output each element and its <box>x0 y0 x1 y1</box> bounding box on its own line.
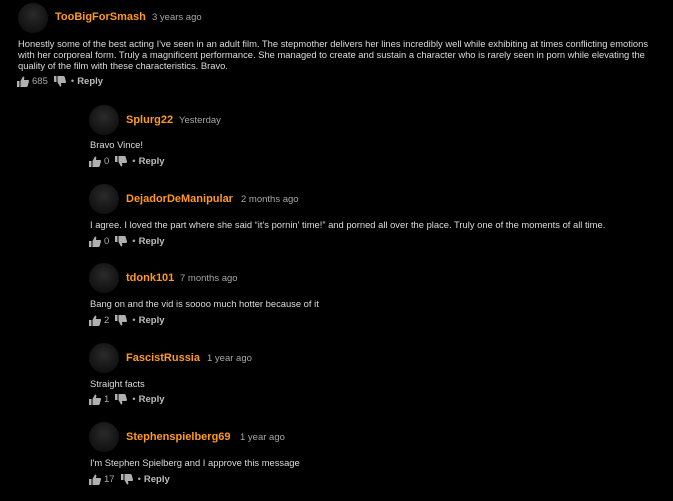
reply-button[interactable]: Reply <box>139 156 165 167</box>
like-count: 0 <box>104 236 110 247</box>
comment-timestamp: 2 months ago <box>241 194 299 205</box>
thumbs-up-icon[interactable] <box>17 76 29 87</box>
comment-text: Bravo Vince! <box>90 139 143 150</box>
comment-username[interactable]: Splurg22 <box>126 114 173 126</box>
separator-dot: • <box>132 236 136 247</box>
separator-dot: • <box>132 315 136 326</box>
avatar[interactable] <box>89 422 119 452</box>
separator-dot: • <box>132 394 136 405</box>
comment-username[interactable]: TooBigForSmash <box>55 11 146 23</box>
like-count: 685 <box>32 76 48 87</box>
avatar[interactable] <box>89 184 119 214</box>
separator-dot: • <box>132 156 136 167</box>
comment-actions: 685 • Reply <box>17 76 103 87</box>
comment-actions: 0 • Reply <box>89 156 165 167</box>
thumbs-up-icon[interactable] <box>89 394 101 405</box>
comment-username[interactable]: DejadorDeManipular <box>126 193 233 205</box>
comment-timestamp: 3 years ago <box>152 12 202 23</box>
thumbs-up-icon[interactable] <box>89 156 101 167</box>
reply-button[interactable]: Reply <box>139 315 165 326</box>
comment-timestamp: 1 year ago <box>207 353 252 364</box>
comment-actions: 17 • Reply <box>89 474 170 485</box>
thumbs-up-icon[interactable] <box>89 315 101 326</box>
avatar[interactable] <box>89 105 119 135</box>
comment-username[interactable]: tdonk101 <box>126 272 174 284</box>
thumbs-down-icon[interactable] <box>115 156 128 167</box>
reply-button[interactable]: Reply <box>139 394 165 405</box>
reply-button[interactable]: Reply <box>139 236 165 247</box>
like-count: 2 <box>104 315 110 326</box>
thumbs-down-icon[interactable] <box>53 76 66 87</box>
comment-username[interactable]: Stephenspielberg69 <box>126 431 231 443</box>
thumbs-up-icon[interactable] <box>89 474 101 485</box>
comment-text: Bang on and the vid is soooo much hotter… <box>90 298 319 309</box>
comment-actions: 1 • Reply <box>89 394 165 405</box>
comment-actions: 2 • Reply <box>89 315 165 326</box>
thumbs-up-icon[interactable] <box>89 236 101 247</box>
comment-text: I agree. I loved the part where she said… <box>90 219 606 230</box>
separator-dot: • <box>137 474 141 485</box>
like-count: 0 <box>104 156 110 167</box>
comment-actions: 0 • Reply <box>89 236 165 247</box>
separator-dot: • <box>70 76 75 87</box>
thumbs-down-icon[interactable] <box>115 315 128 326</box>
thumbs-down-icon[interactable] <box>115 394 128 405</box>
comment-text: Honestly some of the best acting I've se… <box>18 38 649 71</box>
thumbs-down-icon[interactable] <box>120 474 133 485</box>
comment-text: Straight facts <box>90 378 145 389</box>
avatar[interactable] <box>89 343 119 373</box>
thumbs-down-icon[interactable] <box>115 236 128 247</box>
comment-timestamp: Yesterday <box>179 115 221 126</box>
reply-button[interactable]: Reply <box>144 474 170 485</box>
reply-button[interactable]: Reply <box>77 76 103 87</box>
avatar[interactable] <box>18 3 48 33</box>
comment-timestamp: 7 months ago <box>180 273 238 284</box>
comment-timestamp: 1 year ago <box>240 432 285 443</box>
like-count: 17 <box>104 474 115 485</box>
like-count: 1 <box>104 394 110 405</box>
avatar[interactable] <box>89 263 119 293</box>
comment-username[interactable]: FascistRussia <box>126 352 200 364</box>
comment-text: I'm Stephen Spielberg and I approve this… <box>90 457 300 468</box>
